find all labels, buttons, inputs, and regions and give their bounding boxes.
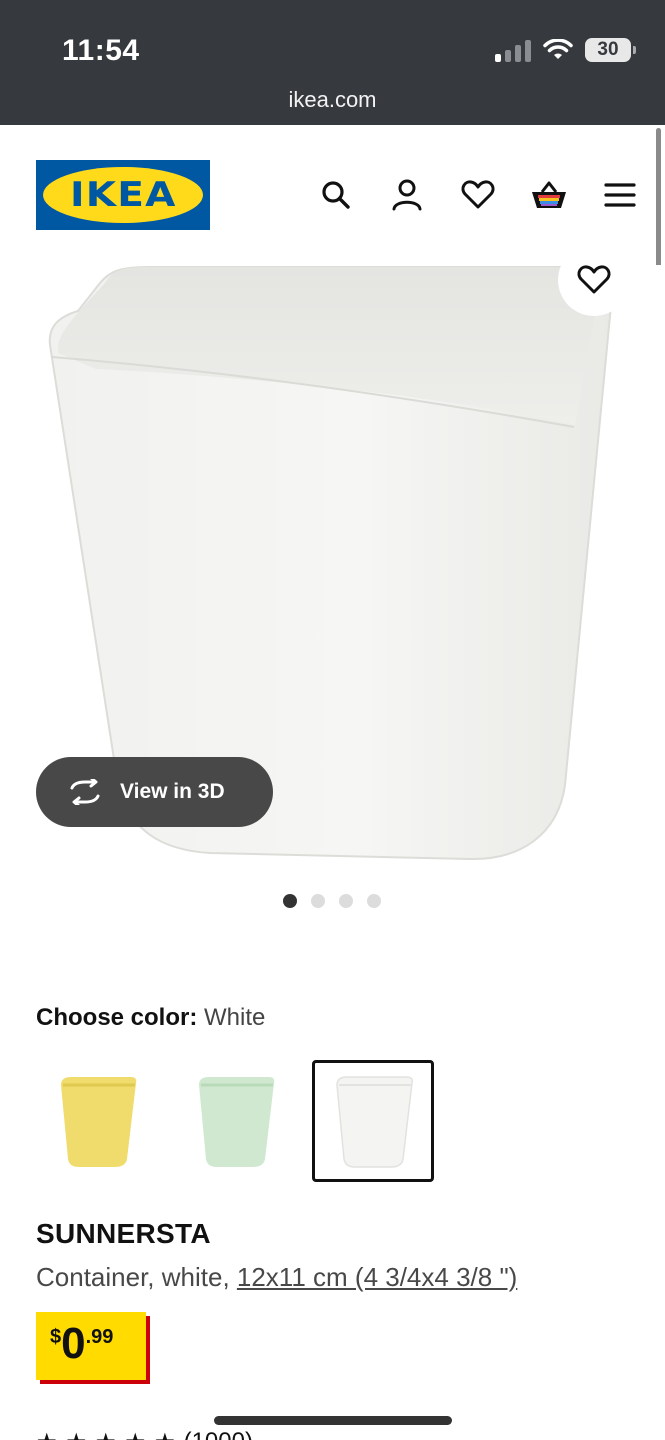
heart-icon bbox=[460, 180, 495, 209]
price-decimal: .99 bbox=[85, 1326, 114, 1348]
swatch-yellow[interactable] bbox=[36, 1060, 158, 1182]
rotate-3d-icon bbox=[70, 779, 100, 805]
wifi-icon bbox=[543, 39, 573, 59]
color-swatches bbox=[36, 1060, 434, 1182]
star-icon: ★ bbox=[125, 1428, 147, 1440]
logo-text: IKEA bbox=[69, 175, 177, 215]
basket-button[interactable] bbox=[513, 170, 584, 220]
ikea-logo[interactable]: IKEA bbox=[36, 160, 210, 230]
cellular-signal-icon bbox=[495, 38, 531, 62]
white-container-thumbnail bbox=[336, 1076, 413, 1168]
basket-icon bbox=[531, 181, 566, 208]
favourites-button[interactable] bbox=[442, 170, 513, 220]
star-icon: ★ bbox=[36, 1428, 58, 1440]
image-carousel-indicator bbox=[283, 894, 381, 908]
carousel-dot[interactable] bbox=[367, 894, 381, 908]
status-time: 11:54 bbox=[62, 34, 140, 67]
carousel-dot[interactable] bbox=[311, 894, 325, 908]
view-in-3d-label: View in 3D bbox=[120, 780, 225, 803]
menu-icon bbox=[603, 183, 636, 207]
price-currency: $ bbox=[50, 1326, 62, 1348]
account-icon bbox=[392, 179, 421, 211]
swatch-light-green[interactable] bbox=[174, 1060, 296, 1182]
star-icon: ★ bbox=[95, 1428, 117, 1440]
menu-button[interactable] bbox=[584, 170, 655, 220]
color-chooser-label: Choose color: bbox=[36, 1004, 198, 1031]
product-name: SUNNERSTA bbox=[36, 1218, 211, 1249]
color-chooser-heading: Choose color: White bbox=[36, 1004, 265, 1032]
url-bar[interactable]: ikea.com bbox=[0, 87, 665, 113]
home-indicator[interactable] bbox=[214, 1416, 452, 1425]
price-integer: 0 bbox=[61, 1319, 86, 1368]
search-icon bbox=[321, 181, 350, 209]
green-container-thumbnail bbox=[199, 1077, 275, 1167]
star-icon: ★ bbox=[66, 1428, 88, 1440]
rating-row[interactable]: ★ ★ ★ ★ ★ (1000) bbox=[36, 1428, 253, 1440]
product-dimensions-link[interactable]: 12x11 cm (4 3/4x4 3/8 ") bbox=[237, 1262, 517, 1292]
swatch-white[interactable] bbox=[312, 1060, 434, 1182]
heart-icon bbox=[577, 265, 611, 294]
product-type: Container, white, bbox=[36, 1262, 237, 1292]
status-icons: 30 bbox=[495, 38, 636, 62]
carousel-dot[interactable] bbox=[283, 894, 297, 908]
carousel-dot[interactable] bbox=[339, 894, 353, 908]
add-to-favourites-button[interactable] bbox=[558, 244, 630, 316]
rating-count: (1000) bbox=[184, 1428, 253, 1440]
battery-indicator: 30 bbox=[585, 38, 636, 62]
account-button[interactable] bbox=[371, 170, 442, 220]
star-icon: ★ bbox=[154, 1428, 176, 1440]
product-description: Container, white, 12x11 cm (4 3/4x4 3/8 … bbox=[36, 1262, 517, 1293]
selected-color: White bbox=[204, 1004, 266, 1031]
price-tag: $ 0 .99 bbox=[36, 1312, 150, 1384]
browser-top-bar: 11:54 30 ikea.com bbox=[0, 0, 665, 125]
yellow-container-thumbnail bbox=[61, 1077, 137, 1167]
search-button[interactable] bbox=[300, 170, 371, 220]
header-nav bbox=[300, 170, 655, 220]
view-in-3d-button[interactable]: View in 3D bbox=[36, 757, 273, 827]
